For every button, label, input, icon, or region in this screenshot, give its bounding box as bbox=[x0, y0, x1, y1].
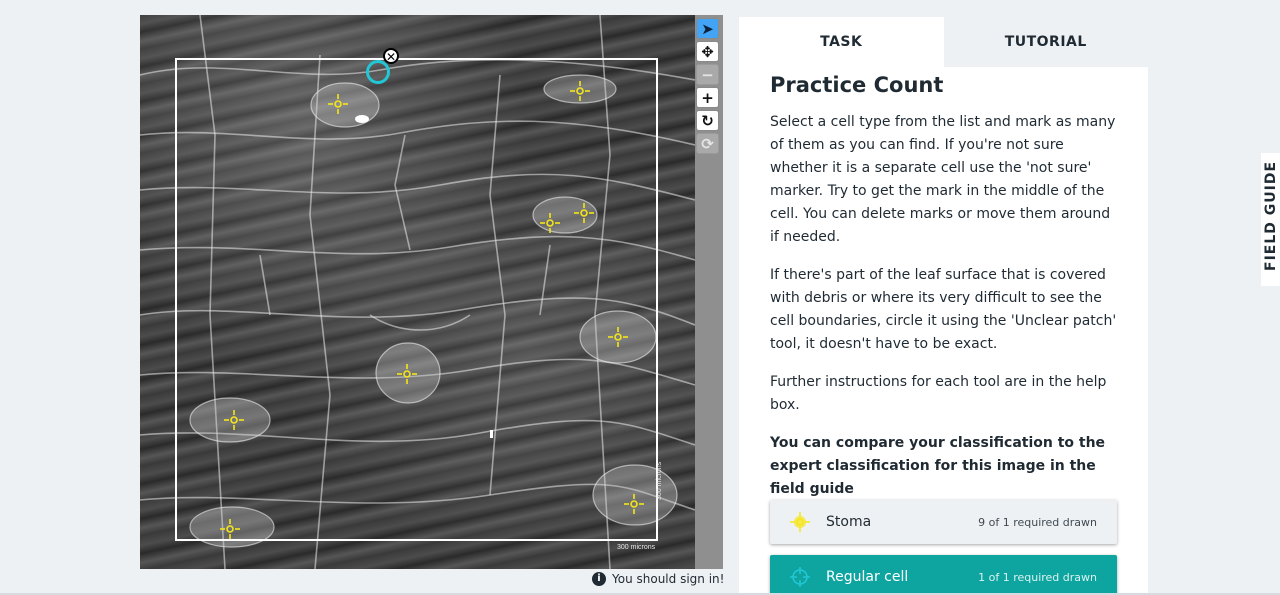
instruction-paragraph: Select a cell type from the list and mar… bbox=[770, 114, 1116, 245]
stoma-marker-icon[interactable] bbox=[218, 517, 242, 541]
field-guide-note: You can compare your classification to t… bbox=[770, 435, 1106, 497]
stoma-marker-icon[interactable] bbox=[572, 201, 596, 225]
field-guide-label: FIELD GUIDE bbox=[1263, 160, 1279, 271]
answer-label: Regular cell bbox=[826, 569, 909, 585]
stoma-marker-icon[interactable] bbox=[622, 492, 646, 516]
stoma-marker-icon[interactable] bbox=[395, 362, 419, 386]
stoma-marker-icon[interactable] bbox=[326, 92, 350, 116]
answer-label: Stoma bbox=[826, 514, 872, 530]
task-title: Practice Count bbox=[770, 73, 944, 97]
minus-icon: − bbox=[701, 65, 714, 84]
select-tool[interactable]: ➤ bbox=[696, 18, 719, 39]
scale-bar-label: 300 microns bbox=[617, 544, 656, 551]
rotate-icon: ↻ bbox=[701, 111, 714, 130]
panel-tabs: TASK TUTORIAL bbox=[739, 17, 1148, 67]
answer-stoma-button[interactable]: Stoma 9 of 1 required drawn bbox=[770, 500, 1117, 544]
tab-tutorial[interactable]: TUTORIAL bbox=[943, 17, 1148, 67]
viewer-toolbar: ➤ ✥ − + ↻ ⟳ bbox=[695, 15, 723, 569]
task-panel: TASK TUTORIAL Practice Count Select a ce… bbox=[739, 17, 1148, 595]
crosshair-icon bbox=[790, 567, 810, 587]
stoma-marker-icon[interactable] bbox=[222, 408, 246, 432]
instruction-paragraph: Further instructions for each tool are i… bbox=[770, 374, 1107, 413]
answer-count: 9 of 1 required drawn bbox=[978, 515, 1097, 529]
instruction-paragraph: If there's part of the leaf surface that… bbox=[770, 267, 1117, 352]
sign-in-notice[interactable]: i You should sign in! bbox=[592, 572, 724, 586]
zoom-in-tool[interactable]: + bbox=[696, 87, 719, 108]
crosshair-dot-icon bbox=[790, 512, 810, 532]
plus-icon: + bbox=[701, 88, 714, 107]
move-icon: ✥ bbox=[701, 42, 714, 61]
delete-mark-icon[interactable]: ✕ bbox=[383, 48, 399, 64]
stoma-marker-icon[interactable] bbox=[538, 211, 562, 235]
rotate-tool[interactable]: ↻ bbox=[696, 110, 719, 131]
work-area-frame bbox=[175, 58, 658, 541]
answer-regular-cell-button[interactable]: Regular cell 1 of 1 required drawn bbox=[770, 555, 1117, 595]
pan-tool[interactable]: ✥ bbox=[696, 41, 719, 62]
reset-icon: ⟳ bbox=[701, 134, 714, 153]
stoma-marker-icon[interactable] bbox=[606, 325, 630, 349]
reset-tool[interactable]: ⟳ bbox=[696, 133, 719, 154]
tab-task[interactable]: TASK bbox=[739, 17, 944, 67]
sign-in-text: You should sign in! bbox=[612, 572, 725, 586]
field-guide-tab[interactable]: FIELD GUIDE bbox=[1261, 153, 1280, 286]
zoom-out-tool[interactable]: − bbox=[696, 64, 719, 85]
answer-count: 1 of 1 required drawn bbox=[978, 570, 1097, 584]
subject-image-viewer[interactable]: 300 microns 300 microns ✕ bbox=[140, 15, 695, 569]
scale-bar-label-vertical: 300 microns bbox=[656, 461, 663, 500]
task-content: Practice Count Select a cell type from t… bbox=[739, 73, 1148, 501]
info-icon: i bbox=[592, 572, 606, 586]
stoma-marker-icon[interactable] bbox=[568, 79, 592, 103]
pointer-icon: ➤ bbox=[701, 19, 714, 38]
